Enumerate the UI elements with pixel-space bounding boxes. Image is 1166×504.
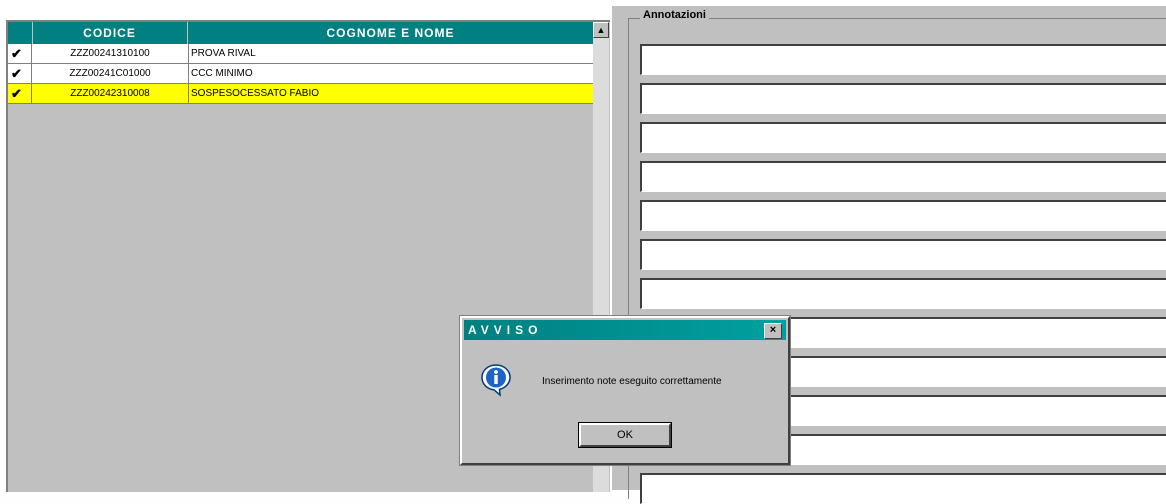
dialog-message: Inserimento note eseguito correttamente <box>542 376 722 387</box>
close-icon: × <box>769 324 777 336</box>
row-name[interactable]: PROVA RIVAL <box>188 44 593 63</box>
note-field-5[interactable] <box>640 200 1166 231</box>
note-field-2[interactable] <box>640 83 1166 114</box>
note-field-12[interactable] <box>640 473 1166 504</box>
dialog-titlebar[interactable]: AVVISO × <box>464 320 786 340</box>
note-field-3[interactable] <box>640 122 1166 153</box>
table-row[interactable]: ✔ ZZZ00241C01000 CCC MINIMO <box>8 64 593 84</box>
app-window: CODICE COGNOME E NOME ✔ ZZZ00241310100 P… <box>0 0 1166 504</box>
table-row-selected[interactable]: ✔ ZZZ00242310008 SOSPESOCESSATO FABIO <box>8 84 593 104</box>
header-check[interactable] <box>8 22 33 44</box>
close-button[interactable]: × <box>764 323 782 339</box>
alert-dialog: AVVISO × Inserimento note eseguito corre… <box>459 315 791 466</box>
note-field-4[interactable] <box>640 161 1166 192</box>
notes-group-title: Annotazioni <box>640 9 709 21</box>
header-code[interactable]: CODICE <box>32 22 188 44</box>
note-field-6[interactable] <box>640 239 1166 270</box>
row-code[interactable]: ZZZ00241C01000 <box>32 64 189 83</box>
table-row[interactable]: ✔ ZZZ00241310100 PROVA RIVAL <box>8 44 593 64</box>
arrow-up-icon: ▲ <box>596 25 606 35</box>
dialog-title: AVVISO <box>468 323 543 337</box>
row-name[interactable]: SOSPESOCESSATO FABIO <box>188 84 593 103</box>
grid-header: CODICE COGNOME E NOME <box>8 22 593 44</box>
row-name[interactable]: CCC MINIMO <box>188 64 593 83</box>
row-checkmark-icon[interactable]: ✔ <box>8 84 32 103</box>
row-code[interactable]: ZZZ00242310008 <box>32 84 189 103</box>
header-name[interactable]: COGNOME E NOME <box>188 22 593 44</box>
ok-button[interactable]: OK <box>578 422 672 448</box>
scroll-up-button[interactable]: ▲ <box>593 22 609 38</box>
row-code[interactable]: ZZZ00241310100 <box>32 44 189 63</box>
note-field-1[interactable] <box>640 44 1166 75</box>
info-icon <box>481 364 511 397</box>
row-checkmark-icon[interactable]: ✔ <box>8 64 32 83</box>
note-field-7[interactable] <box>640 278 1166 309</box>
row-checkmark-icon[interactable]: ✔ <box>8 44 32 63</box>
